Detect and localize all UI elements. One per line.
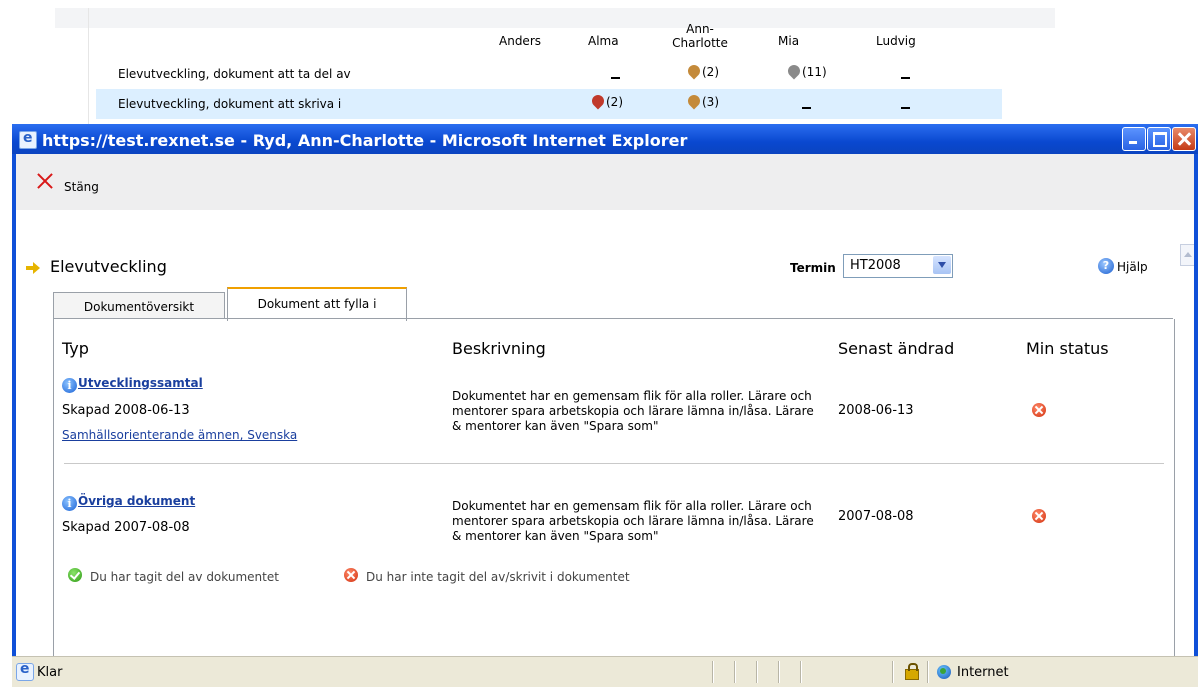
page-content: Stäng Elevutveckling Termin HT2008 ? Hjä… [16, 154, 1194, 656]
cell-ann-charlotte[interactable]: (2) [685, 62, 719, 80]
table-row[interactable]: Elevutveckling, dokument att ta del av (… [96, 59, 1002, 89]
empty-dash [901, 77, 910, 79]
cell-alma[interactable]: (2) [589, 92, 623, 110]
ie-icon [19, 130, 37, 149]
termin-selected-value: HT2008 [850, 258, 901, 273]
check-icon [68, 568, 82, 582]
error-icon [1032, 509, 1046, 523]
lock-icon [905, 663, 919, 680]
leaf-icon [785, 62, 803, 80]
column-header-description: Beskrivning [452, 339, 546, 358]
page-title: Elevutveckling [50, 257, 167, 276]
leaf-icon [589, 92, 607, 110]
statusbar-divider [927, 661, 929, 683]
statusbar-divider [892, 661, 894, 683]
globe-icon [937, 665, 951, 679]
legend-taken-part: Du har tagit del av dokumentet [90, 570, 279, 584]
column-header-mia: Mia [778, 34, 800, 48]
document-created: Skapad 2008-06-13 [62, 403, 190, 418]
column-header-last-changed: Senast ändrad [838, 339, 955, 358]
empty-dash [802, 107, 811, 109]
help-icon[interactable]: ? [1098, 258, 1114, 274]
window-titlebar[interactable]: https://test.rexnet.se - Ryd, Ann-Charlo… [12, 124, 1198, 154]
column-header-anders: Anders [499, 34, 541, 48]
column-header-ludvig: Ludvig [876, 34, 916, 48]
statusbar-divider [712, 661, 714, 683]
help-link[interactable]: Hjälp [1117, 260, 1148, 274]
ie-page-icon [16, 661, 34, 681]
statusbar-divider [800, 661, 802, 683]
error-icon [1032, 403, 1046, 417]
statusbar-divider [734, 661, 736, 683]
row-divider [64, 463, 1164, 464]
document-last-changed: 2008-06-13 [838, 403, 914, 418]
ie-window: https://test.rexnet.se - Ryd, Ann-Charlo… [12, 124, 1198, 687]
statusbar-divider [778, 661, 780, 683]
minimize-button[interactable] [1122, 127, 1146, 151]
empty-dash [901, 107, 910, 109]
close-icon[interactable] [36, 172, 54, 190]
document-description: Dokumentet har en gemensam flik för alla… [452, 499, 814, 543]
zone-label: Internet [957, 665, 1009, 680]
background-page: Anders Alma Ann- Charlotte Mia Ludvig El… [0, 0, 1198, 140]
chevron-down-icon[interactable] [933, 256, 951, 274]
document-last-changed: 2007-08-08 [838, 509, 914, 524]
tab-dokumentoversikt[interactable]: Dokumentöversikt [53, 292, 225, 319]
leaf-icon [685, 92, 703, 110]
maximize-button[interactable] [1147, 127, 1171, 151]
background-divider [88, 8, 89, 128]
status-bar: Klar Internet [12, 656, 1198, 687]
leaf-icon [685, 62, 703, 80]
tab-panel [53, 319, 1175, 656]
row-label: Elevutveckling, dokument att ta del av [118, 67, 351, 81]
cell-ann-charlotte[interactable]: (3) [685, 92, 719, 110]
termin-label: Termin [790, 261, 836, 275]
toolbar: Stäng [16, 154, 1194, 210]
document-title-link[interactable]: i Utvecklingssamtal [62, 376, 203, 393]
info-icon: i [62, 378, 77, 393]
empty-dash [611, 77, 620, 79]
column-header-alma: Alma [588, 34, 619, 48]
window-close-button[interactable] [1172, 127, 1196, 151]
arrow-right-icon [26, 262, 40, 274]
info-icon: i [62, 496, 77, 511]
window-title: https://test.rexnet.se - Ryd, Ann-Charlo… [42, 131, 688, 150]
scrollbar-up-arrow[interactable] [1180, 244, 1194, 266]
document-created: Skapad 2007-08-08 [62, 520, 190, 535]
cell-mia[interactable]: (11) [785, 62, 827, 80]
column-header-type: Typ [62, 339, 89, 358]
table-row[interactable]: Elevutveckling, dokument att skriva i (2… [96, 89, 1002, 119]
column-header-status: Min status [1026, 339, 1109, 358]
termin-select[interactable]: HT2008 [843, 254, 953, 278]
background-header-band [55, 8, 1055, 28]
error-icon [344, 568, 358, 582]
document-description: Dokumentet har en gemensam flik för alla… [452, 389, 814, 433]
document-title-link[interactable]: i Övriga dokument [62, 494, 195, 511]
row-label: Elevutveckling, dokument att skriva i [118, 97, 342, 111]
tab-dokument-att-fylla-i[interactable]: Dokument att fylla i [227, 287, 407, 321]
status-text: Klar [37, 665, 63, 680]
statusbar-divider [756, 661, 758, 683]
close-button[interactable]: Stäng [64, 180, 99, 194]
column-header-ann-charlotte: Ann- Charlotte [672, 22, 728, 50]
legend-not-taken-part: Du har inte tagit del av/skrivit i dokum… [366, 570, 630, 584]
document-subjects-link[interactable]: Samhällsorienterande ämnen, Svenska [62, 428, 297, 442]
